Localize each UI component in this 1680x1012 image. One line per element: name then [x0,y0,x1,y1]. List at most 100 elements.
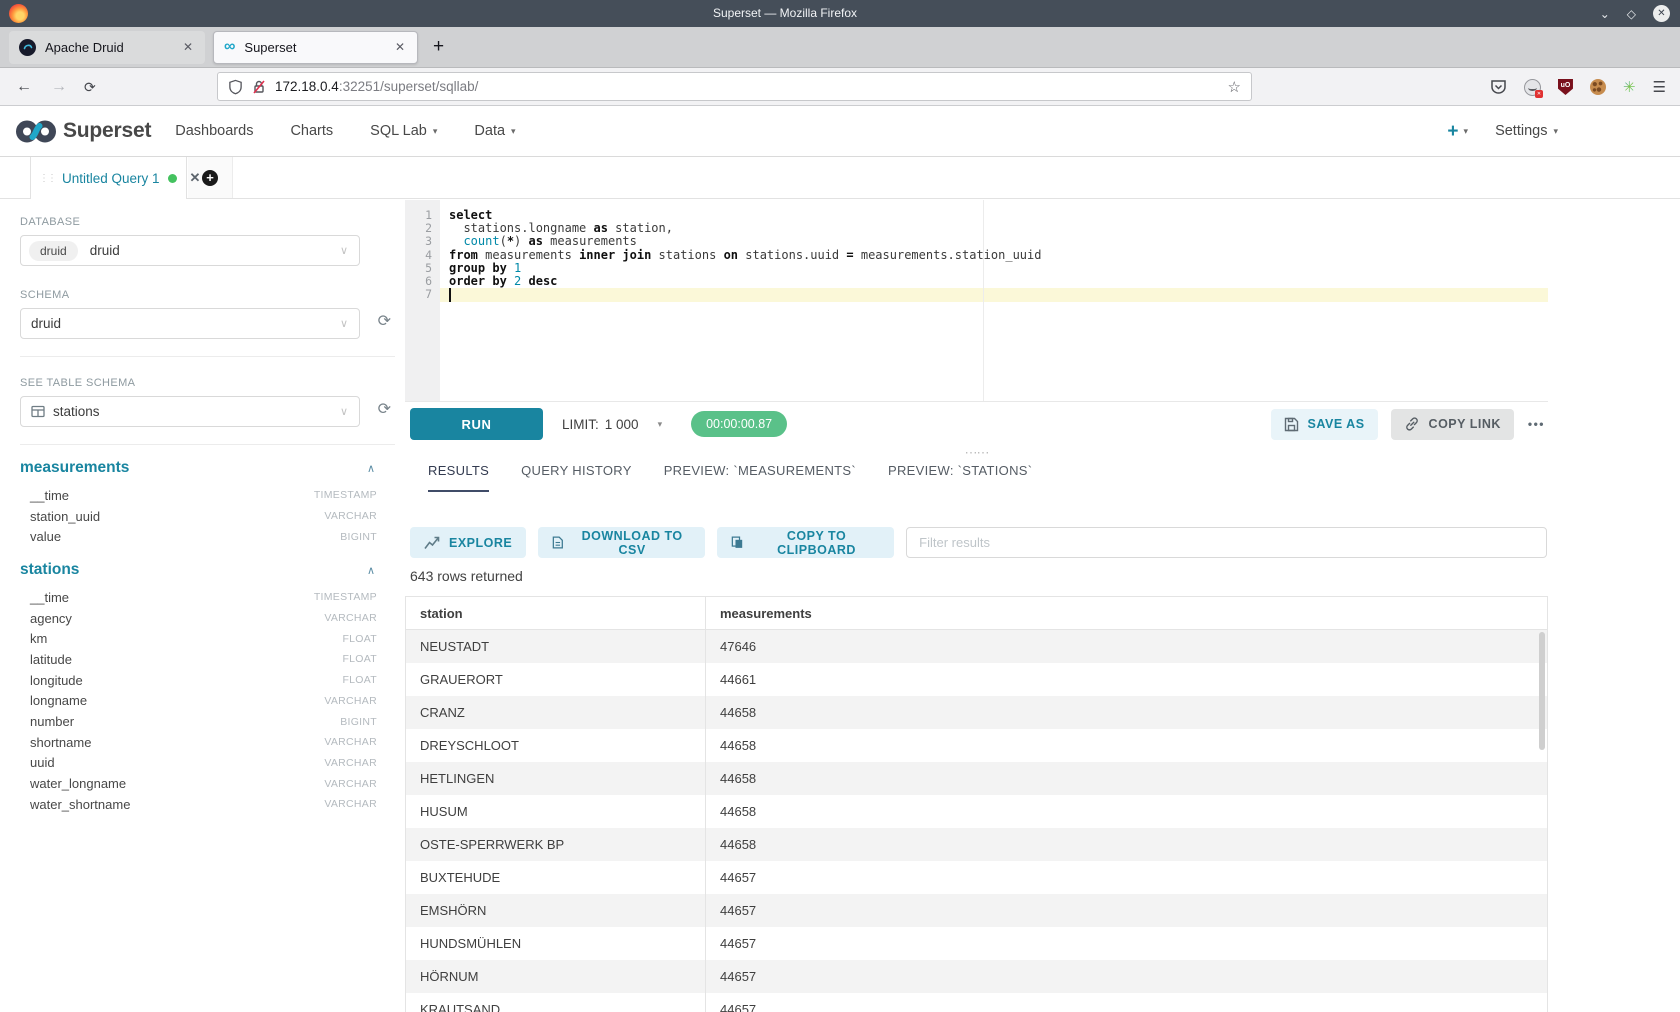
settings-menu[interactable]: Settings ▾ [1495,123,1558,139]
copy-to-clipboard-button[interactable]: COPY TO CLIPBOARD [717,527,894,558]
code-token: ( [500,234,507,248]
refresh-tables-icon[interactable]: ⟳ [378,402,391,418]
save-as-button[interactable]: SAVE AS [1271,409,1378,440]
collapse-caret-icon[interactable]: ∧ [367,462,375,475]
query-tab-untitled-query-1[interactable]: ⋮⋮ Untitled Query 1 ✕ [30,157,187,199]
sql-editor[interactable]: 1234567 select stations.longname as stat… [405,200,1548,401]
column-name: __time [30,590,69,605]
profile-extension-icon[interactable] [1524,79,1541,96]
new-item-button[interactable]: + ▾ [1447,122,1468,141]
minimize-icon[interactable]: ⌄ [1600,8,1610,20]
results-tab-4[interactable]: PREVIEW: `STATIONS` [888,463,1032,492]
download-csv-button[interactable]: DOWNLOAD TO CSV [538,527,705,558]
tab-close-icon[interactable]: ✕ [181,40,195,54]
schema-column-row: longnameVARCHAR [20,691,377,712]
document-icon [552,535,564,550]
refresh-schema-icon[interactable]: ⟳ [378,314,391,330]
pocket-icon[interactable] [1490,79,1507,95]
cookie-icon[interactable] [1590,79,1606,95]
browser-tab-apache-druid[interactable]: Apache Druid ✕ [9,31,205,64]
cell-measurements: 44657 [706,861,1547,894]
column-type: BIGINT [340,531,377,543]
window-controls: ⌄ ◇ ✕ [1600,0,1670,27]
query-tab-close-icon[interactable]: ✕ [190,170,201,186]
collapse-caret-icon[interactable]: ∧ [367,564,375,577]
back-icon[interactable]: ← [16,76,32,98]
column-type: BIGINT [340,716,377,728]
cell-measurements: 44658 [706,729,1547,762]
drag-handle-icon[interactable]: ⋮⋮ [39,173,55,184]
new-tab-button[interactable]: + [433,36,444,58]
results-tab-label: PREVIEW: `STATIONS` [888,463,1032,478]
column-name: longitude [30,673,83,688]
results-tab-1[interactable]: RESULTS [428,463,489,492]
column-name: agency [30,611,72,626]
cell-station: GRAUERORT [406,663,706,696]
editor-toolbar: RUN LIMIT: 1 000 ▾ 00:00:00.87 SAVE AS C… [405,401,1548,446]
sql-editor-lines[interactable]: select stations.longname as station, cou… [440,200,1548,401]
chevron-down-icon: ∨ [340,244,348,257]
link-icon [1404,416,1420,432]
editor-cursor [449,288,451,301]
run-button[interactable]: RUN [410,408,543,440]
maximize-icon[interactable]: ◇ [1627,8,1636,20]
table-row: GRAUERORT44661 [406,663,1547,696]
more-options-icon[interactable]: ••• [1528,417,1545,431]
code-token: as [594,221,608,235]
code-token [521,274,528,288]
nav-item-label: Dashboards [175,123,253,139]
superset-favicon: ∞ [224,39,235,55]
line-chart-icon [424,536,440,550]
column-name: longname [30,693,87,708]
close-glyph: ✕ [1657,8,1665,19]
results-tab-label: RESULTS [428,463,489,478]
copy-link-button[interactable]: COPY LINK [1391,409,1514,440]
explore-button[interactable]: EXPLORE [410,527,526,558]
nav-item-dashboards[interactable]: Dashboards [175,123,253,139]
browser-tab-label: Superset [244,40,393,55]
hamburger-menu-icon[interactable]: ☰ [1653,78,1666,96]
bookmark-star-icon[interactable]: ☆ [1228,78,1241,96]
results-tab-3[interactable]: PREVIEW: `MEASUREMENTS` [664,463,856,492]
nav-item-charts[interactable]: Charts [290,123,333,139]
nav-item-sql-lab[interactable]: SQL Lab▾ [370,123,437,139]
code-token: stations.longname [449,221,594,235]
url-bar[interactable]: 172.18.0.4:32251/superset/sqllab/ ☆ [217,72,1252,101]
tracking-shield-icon[interactable] [228,79,243,95]
schema-table-heading-measurements[interactable]: measurements∧ [20,459,377,477]
table-row: HUNDSMÜHLEN44657 [406,927,1547,960]
results-table-header: station measurements [406,597,1547,630]
code-token: = [846,248,853,262]
table-row: DREYSCHLOOT44658 [406,729,1547,762]
code-line: from measurements inner join stations on… [440,249,1548,262]
results-tab-label: QUERY HISTORY [521,463,632,478]
schema-select[interactable]: druid ∨ [20,308,360,339]
chevron-down-icon: ∨ [340,317,348,330]
results-tab-2[interactable]: QUERY HISTORY [521,463,632,492]
database-select[interactable]: druid druid ∨ [20,235,360,266]
column-header-station[interactable]: station [406,597,706,629]
pane-resize-handle-icon[interactable]: ⋯⋯ [965,446,989,459]
cell-station: EMSHÖRN [406,894,706,927]
table-scrollbar-thumb[interactable] [1539,632,1545,750]
copy-icon [731,535,744,550]
superset-brand[interactable]: Superset [14,118,151,145]
table-row: CRANZ44658 [406,696,1547,729]
insecure-lock-icon[interactable] [252,79,266,95]
column-header-measurements[interactable]: measurements [706,597,1547,629]
window-close-icon[interactable]: ✕ [1653,5,1670,22]
table-icon [31,405,45,418]
sqllab-sidebar: DATABASE druid druid ∨ SCHEMA druid ∨ ⟳ … [10,200,395,1012]
asterisk-extension-icon[interactable]: ✳ [1623,78,1636,96]
tab-close-icon[interactable]: ✕ [393,40,407,54]
nav-item-data[interactable]: Data▾ [474,123,515,139]
save-as-label: SAVE AS [1308,417,1365,431]
table-row: KRAUTSAND44657 [406,993,1547,1012]
schema-table-heading-stations[interactable]: stations∧ [20,561,377,579]
reload-icon[interactable]: ⟳ [84,76,96,98]
table-select[interactable]: stations ∨ [20,396,360,427]
filter-results-input[interactable] [906,527,1547,558]
limit-dropdown[interactable]: LIMIT: 1 000 ▾ [562,417,662,432]
ublock-shield-icon[interactable]: uO [1558,79,1573,95]
browser-tab-superset[interactable]: ∞ Superset ✕ [213,31,418,64]
